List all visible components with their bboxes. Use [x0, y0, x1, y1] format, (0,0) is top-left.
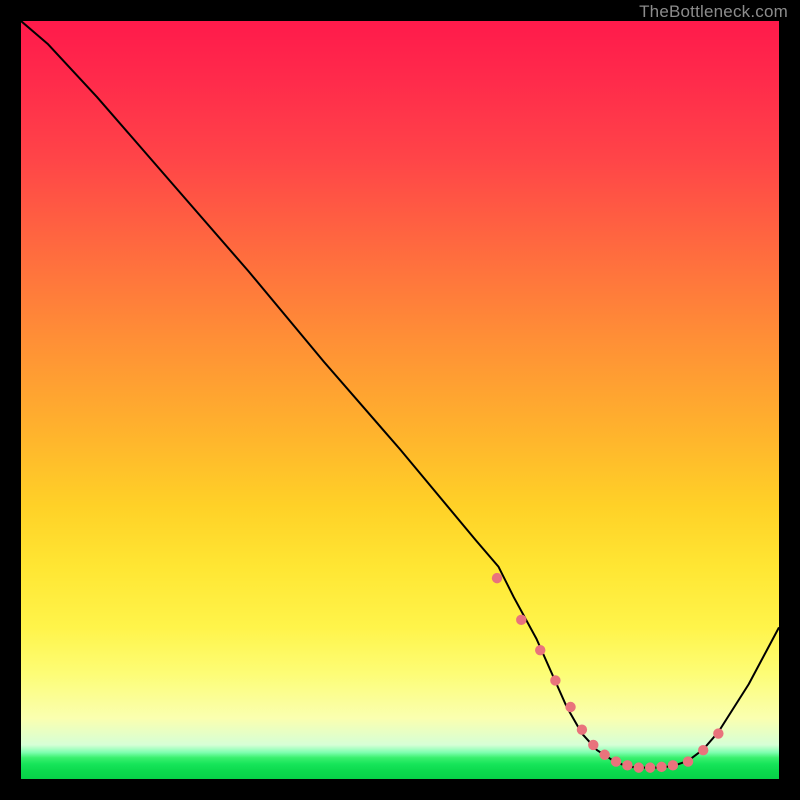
valley-marker: [516, 615, 526, 625]
valley-marker: [622, 760, 632, 770]
valley-marker: [634, 762, 644, 772]
valley-marker: [645, 762, 655, 772]
valley-marker: [683, 756, 693, 766]
valley-marker: [698, 745, 708, 755]
valley-marker: [656, 762, 666, 772]
valley-marker: [599, 750, 609, 760]
valley-marker: [565, 702, 575, 712]
chart-svg: [21, 21, 779, 779]
valley-marker: [668, 760, 678, 770]
curve-line: [21, 21, 779, 768]
valley-marker: [611, 756, 621, 766]
valley-marker: [577, 725, 587, 735]
valley-marker: [713, 728, 723, 738]
chart-stage: TheBottleneck.com: [0, 0, 800, 800]
valley-marker: [492, 573, 502, 583]
valley-marker: [588, 740, 598, 750]
valley-marker: [550, 675, 560, 685]
valley-marker: [535, 645, 545, 655]
plot-area: [21, 21, 779, 779]
watermark-text: TheBottleneck.com: [639, 2, 788, 22]
